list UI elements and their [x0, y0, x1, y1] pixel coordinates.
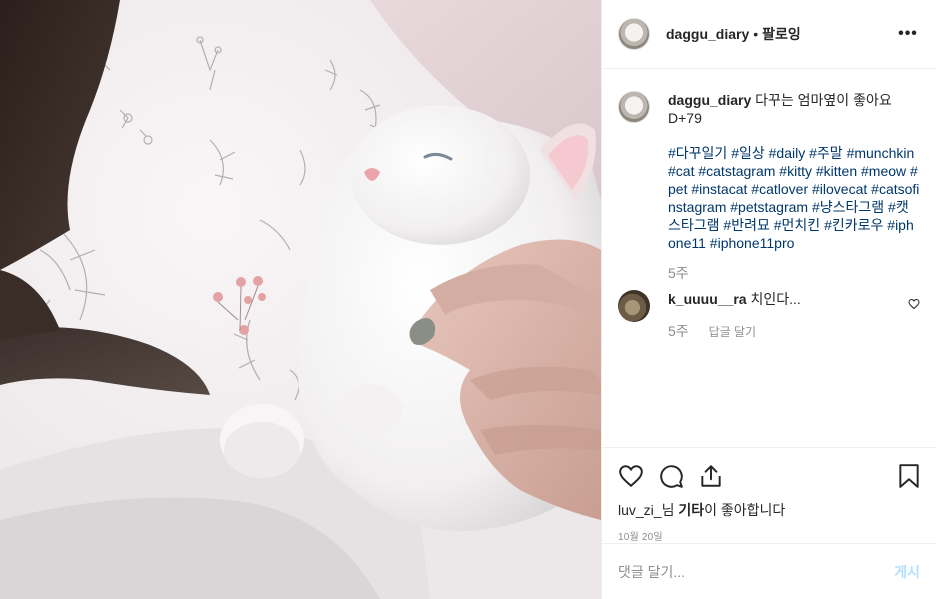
- hashtag[interactable]: #킨카로우: [824, 217, 883, 233]
- likes-others-link[interactable]: 기타: [678, 502, 704, 518]
- post-photo[interactable]: [0, 0, 601, 599]
- heart-icon: [619, 465, 643, 488]
- caption-line2: D+79: [668, 110, 702, 126]
- comment-input[interactable]: [618, 563, 895, 580]
- commenter-avatar[interactable]: [618, 290, 650, 322]
- hashtag[interactable]: #반려묘: [723, 217, 769, 233]
- caption-avatar[interactable]: [618, 91, 650, 123]
- share-button[interactable]: [698, 456, 738, 496]
- post-header: daggu_diary • 팔로잉 •••: [602, 0, 936, 69]
- comment-icon: [660, 465, 683, 488]
- caption-time[interactable]: 5주: [668, 265, 689, 281]
- likes-summary: luv_zi_님 기타이 좋아합니다: [618, 500, 920, 520]
- save-button[interactable]: [880, 456, 920, 496]
- likes-suffix: 이 좋아합니다: [704, 502, 786, 518]
- hashtag[interactable]: #petstagram: [730, 199, 808, 215]
- comment-like-icon[interactable]: [908, 298, 920, 310]
- hashtag-list: #다꾸일기 #일상 #daily #주말 #munchkin #cat #cat…: [668, 144, 920, 252]
- post-comment-button[interactable]: 게시: [894, 562, 920, 582]
- comment-time[interactable]: 5주: [668, 323, 689, 339]
- hashtag[interactable]: #kitten: [816, 163, 857, 179]
- hashtag[interactable]: #kitty: [779, 163, 812, 179]
- post-side-panel: daggu_diary • 팔로잉 ••• daggu_diary 다꾸는 엄마…: [601, 0, 936, 599]
- bookmark-icon: [899, 464, 919, 488]
- comment-button[interactable]: [658, 456, 698, 496]
- hashtag[interactable]: #instacat: [691, 181, 747, 197]
- more-icon: •••: [898, 25, 918, 42]
- hashtag[interactable]: #catstagram: [698, 163, 775, 179]
- more-options-button[interactable]: •••: [896, 22, 920, 46]
- kitten-photo-illustration: [0, 0, 601, 599]
- hashtag[interactable]: #daily: [769, 145, 806, 161]
- hashtag[interactable]: #munchkin: [847, 145, 915, 161]
- liker-username[interactable]: luv_zi_: [618, 502, 662, 518]
- commenter-username[interactable]: k_uuuu__ra: [668, 291, 747, 307]
- action-icons: [618, 456, 920, 496]
- post-date[interactable]: 10월 20일: [618, 528, 920, 543]
- caption-username[interactable]: daggu_diary: [668, 92, 751, 108]
- caption-meta: 5주: [668, 264, 920, 282]
- post-modal: daggu_diary • 팔로잉 ••• daggu_diary 다꾸는 엄마…: [0, 0, 936, 599]
- reply-button[interactable]: 답글 달기: [709, 325, 757, 339]
- post-actions: luv_zi_님 기타이 좋아합니다 10월 20일: [602, 447, 936, 543]
- comment-text: 치인다...: [750, 291, 801, 307]
- hashtag[interactable]: #일상: [731, 145, 765, 161]
- hashtag[interactable]: #iphone11pro: [710, 235, 795, 251]
- add-comment-bar: 게시: [602, 543, 936, 599]
- comment-body: k_uuuu__ra 치인다... 5주 답글 달기: [668, 290, 900, 341]
- hashtag[interactable]: #냥스타그램: [812, 199, 884, 215]
- share-icon: [701, 465, 721, 487]
- likes-mid: 님: [661, 502, 679, 518]
- header-separator: •: [753, 26, 759, 42]
- caption-body: daggu_diary 다꾸는 엄마옆이 좋아요 D+79 #다꾸일기 #일상 …: [668, 91, 920, 282]
- hashtag[interactable]: #meow: [861, 163, 906, 179]
- comment-meta: 5주 답글 달기: [668, 322, 900, 341]
- comment-item: k_uuuu__ra 치인다... 5주 답글 달기: [618, 290, 920, 341]
- hashtag[interactable]: #주말: [809, 145, 843, 161]
- hashtag[interactable]: #ilovecat: [812, 181, 867, 197]
- author-username[interactable]: daggu_diary: [666, 26, 749, 42]
- following-button[interactable]: 팔로잉: [762, 24, 801, 44]
- hashtag[interactable]: #먼치킨: [774, 217, 820, 233]
- hashtag[interactable]: #cat: [668, 163, 694, 179]
- like-button[interactable]: [618, 456, 658, 496]
- caption-text: 다꾸는 엄마옆이 좋아요: [755, 92, 892, 108]
- author-avatar[interactable]: [618, 18, 650, 50]
- hashtag[interactable]: #다꾸일기: [668, 145, 727, 161]
- comments-section: daggu_diary 다꾸는 엄마옆이 좋아요 D+79 #다꾸일기 #일상 …: [602, 69, 936, 447]
- hashtag[interactable]: #catlover: [751, 181, 808, 197]
- caption: daggu_diary 다꾸는 엄마옆이 좋아요 D+79 #다꾸일기 #일상 …: [618, 91, 920, 282]
